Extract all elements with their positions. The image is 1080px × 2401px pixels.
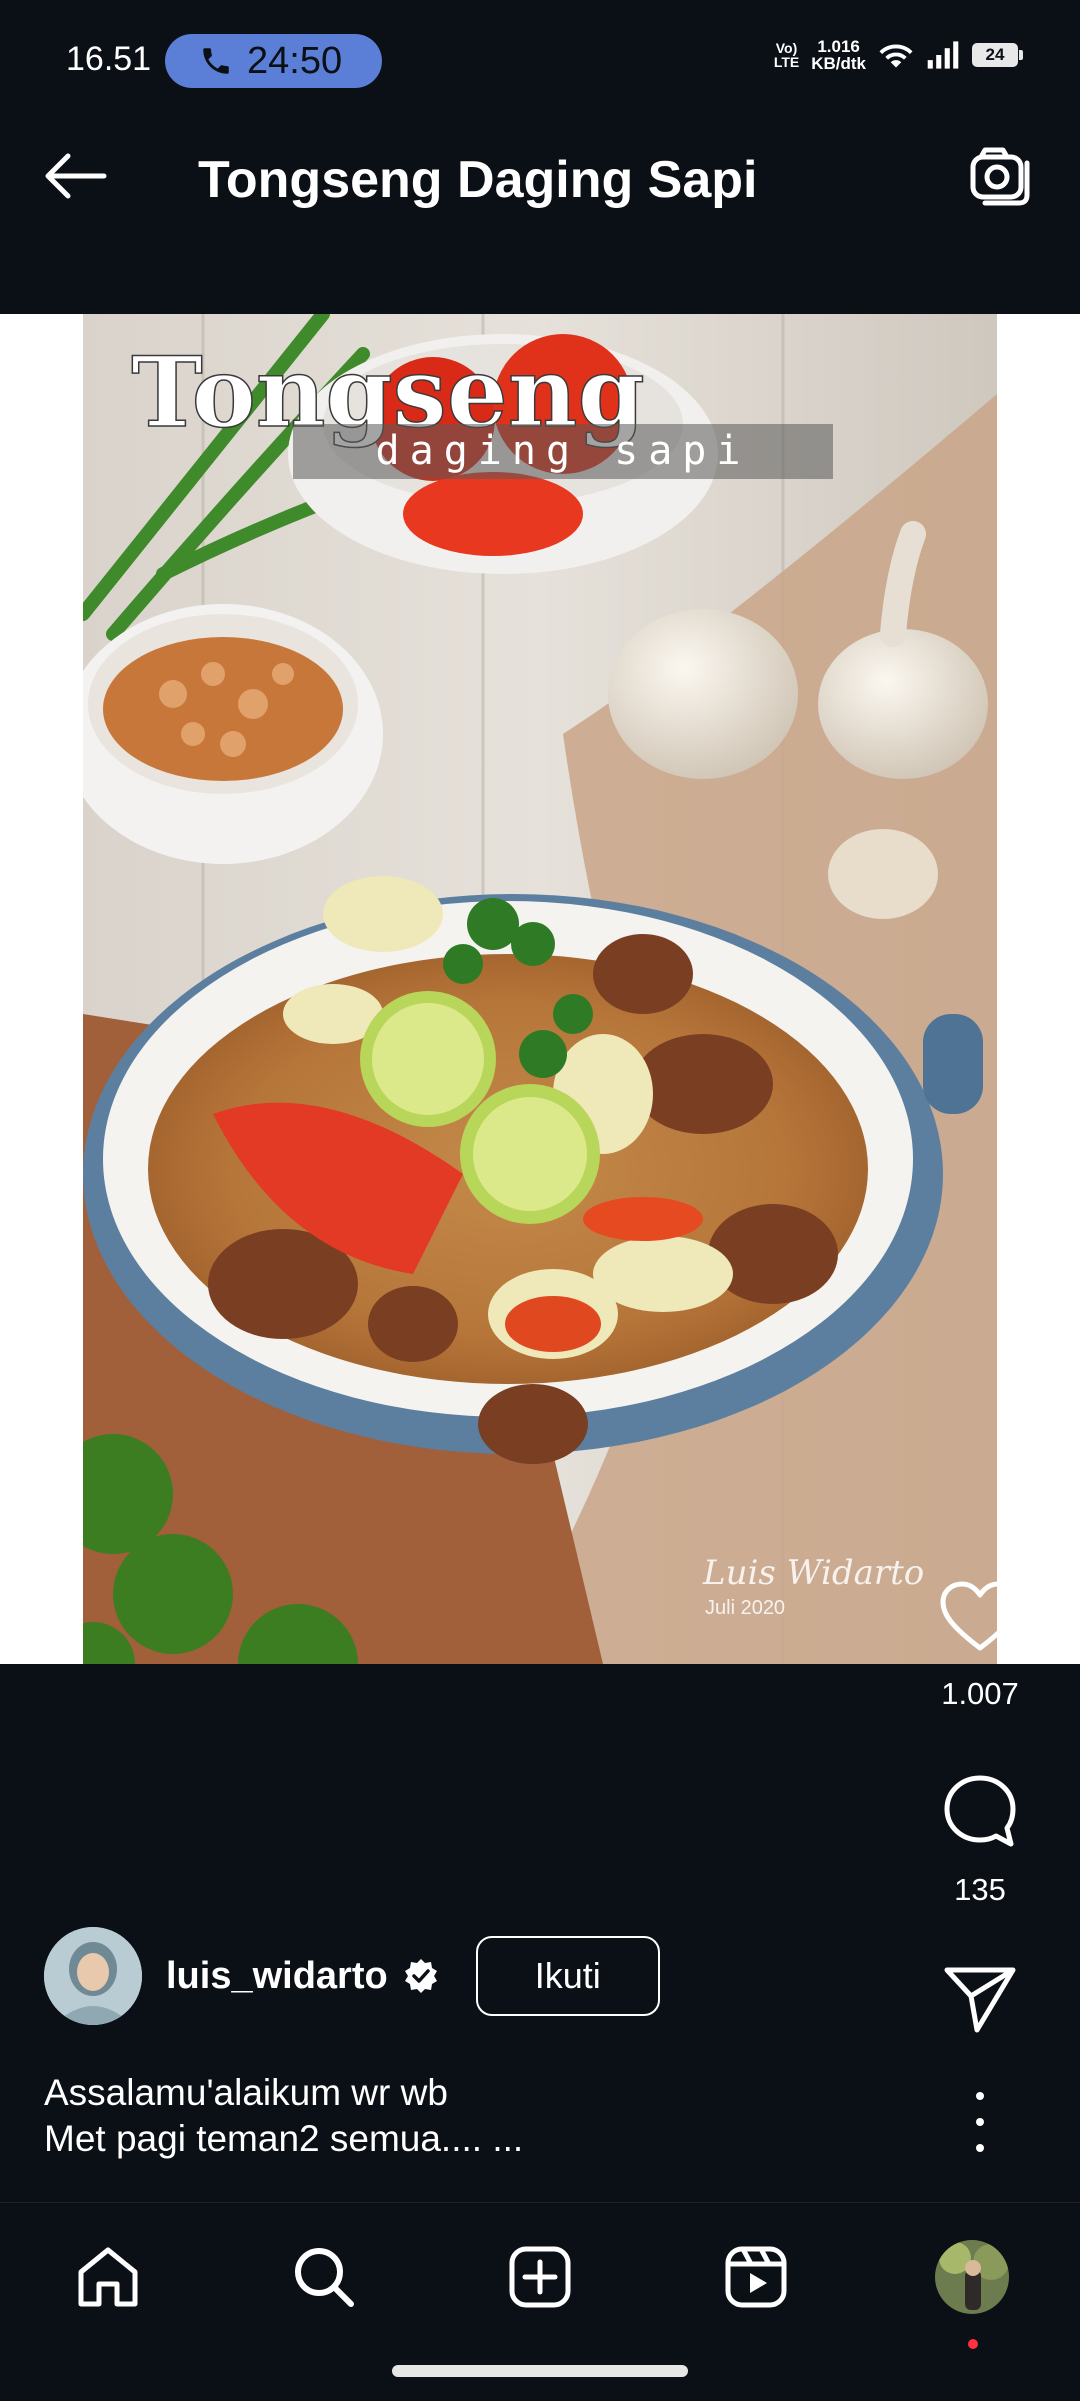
caption-line-2: Met pagi teman2 semua.... ... xyxy=(44,2118,524,2159)
status-bar: 16.51 24:50 Vo) LTE 1.016 KB/dtk 24 xyxy=(0,0,1080,92)
arrow-left-icon xyxy=(45,153,107,199)
post-caption[interactable]: Assalamu'alaikum wr wb Met pagi teman2 s… xyxy=(44,2070,523,2162)
status-time: 16.51 xyxy=(66,40,152,78)
author-avatar[interactable] xyxy=(44,1927,142,2025)
network-speed-value: 1.016 xyxy=(817,37,860,56)
phone-icon xyxy=(203,48,229,74)
home-indicator-bar[interactable] xyxy=(392,2365,688,2377)
like-action: 1.007 xyxy=(910,1580,1050,1712)
reels-icon xyxy=(725,2246,787,2308)
send-icon[interactable] xyxy=(943,1964,1017,2034)
signal-icon xyxy=(927,41,959,69)
nav-profile[interactable] xyxy=(932,2237,1012,2349)
ongoing-call-pill[interactable]: 24:50 xyxy=(165,34,382,88)
share-action xyxy=(910,1964,1050,2034)
create-icon xyxy=(509,2246,571,2308)
comment-action: 135 xyxy=(910,1772,1050,1908)
watermark-signature: Luis Widarto xyxy=(702,1553,924,1593)
volte-indicator: Vo) LTE xyxy=(773,40,800,70)
overlay-subtitle: daging sapi xyxy=(376,428,751,474)
network-speed-unit: KB/dtk xyxy=(811,54,866,73)
caption-line-1: Assalamu'alaikum wr wb xyxy=(44,2072,448,2113)
camera-icon xyxy=(970,147,1030,206)
watermark-date: Juli 2020 xyxy=(705,1597,785,1619)
battery-indicator: 24 xyxy=(972,43,1023,67)
status-icons: Vo) LTE 1.016 KB/dtk 24 xyxy=(773,38,1023,72)
camera-button[interactable] xyxy=(962,138,1038,214)
comment-icon[interactable] xyxy=(941,1772,1019,1850)
like-count[interactable]: 1.007 xyxy=(941,1676,1019,1712)
comment-count[interactable]: 135 xyxy=(954,1872,1006,1908)
home-icon xyxy=(78,2247,138,2307)
call-timer: 24:50 xyxy=(247,39,343,82)
nav-search[interactable] xyxy=(284,2237,364,2317)
author-avatar-image xyxy=(44,1927,142,2025)
author-username[interactable]: luis_widarto xyxy=(166,1955,388,1998)
verified-badge-icon xyxy=(404,1959,437,1993)
follow-button[interactable]: Ikuti xyxy=(475,1936,660,2016)
notification-dot xyxy=(968,2339,978,2349)
nav-create[interactable] xyxy=(500,2237,580,2317)
nav-home[interactable] xyxy=(68,2237,148,2317)
author-row: luis_widarto Ikuti xyxy=(44,1926,660,2026)
back-button[interactable] xyxy=(40,140,112,212)
more-vertical-icon[interactable] xyxy=(960,2092,1000,2152)
profile-avatar xyxy=(935,2240,1009,2314)
search-icon xyxy=(295,2248,354,2307)
post-photo: Tongseng daging sapi Luis Widarto Juli 2… xyxy=(83,314,997,1664)
nav-reels[interactable] xyxy=(716,2237,796,2317)
wifi-icon xyxy=(879,44,913,68)
page-title: Tongseng Daging Sapi xyxy=(198,151,758,209)
network-speed: 1.016 KB/dtk xyxy=(811,38,866,72)
post-media[interactable]: Tongseng daging sapi Luis Widarto Juli 2… xyxy=(0,314,1080,1664)
heart-icon[interactable] xyxy=(939,1580,1021,1654)
top-app-bar: Tongseng Daging Sapi xyxy=(0,92,1080,314)
